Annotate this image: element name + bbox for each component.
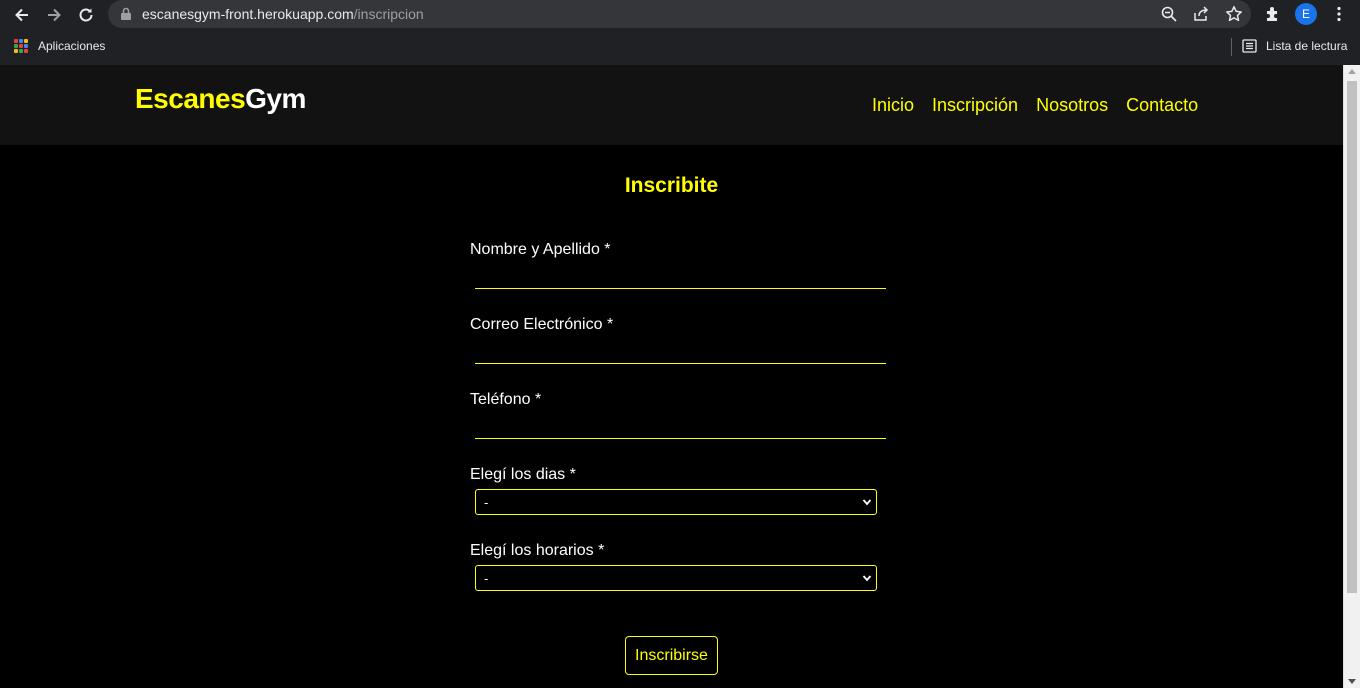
url-path: /inscripcion — [353, 6, 424, 22]
browser-toolbar: escanesgym-front.herokuapp.com/inscripci… — [0, 0, 1360, 29]
bookmark-star-icon[interactable] — [1225, 5, 1243, 23]
site-header: EscanesGym Inicio Inscripción Nosotros C… — [0, 65, 1343, 145]
nav-link-contacto[interactable]: Contacto — [1126, 95, 1198, 116]
phone-input[interactable] — [475, 438, 886, 439]
back-arrow-icon — [15, 8, 28, 22]
page-scrollbar[interactable] — [1343, 65, 1360, 688]
profile-avatar[interactable]: E — [1295, 3, 1317, 25]
email-label: Correo Electrónico * — [470, 316, 614, 333]
scroll-up-arrow-icon[interactable] — [1348, 69, 1356, 74]
browser-chrome: escanesgym-front.herokuapp.com/inscripci… — [0, 0, 1360, 65]
scroll-thumb[interactable] — [1347, 81, 1357, 593]
chevron-down-icon — [862, 499, 872, 506]
reload-button[interactable] — [74, 3, 98, 27]
nav-link-nosotros[interactable]: Nosotros — [1036, 95, 1108, 116]
hours-select[interactable]: - — [475, 565, 877, 591]
back-button[interactable] — [10, 3, 34, 27]
zoom-icon[interactable] — [1160, 5, 1178, 23]
hours-select-value: - — [484, 571, 489, 586]
reading-list-icon[interactable] — [1242, 39, 1257, 53]
form-title: Inscribite — [624, 174, 719, 197]
reading-list-button[interactable]: Lista de lectura — [1266, 39, 1347, 53]
bookmarks-divider — [1231, 38, 1232, 56]
email-input[interactable] — [475, 363, 886, 364]
apps-bookmark[interactable]: Aplicaciones — [38, 39, 105, 53]
logo-part-escanes: Escanes — [135, 83, 246, 114]
reload-icon — [79, 8, 93, 22]
days-label: Elegí los dias * — [470, 466, 576, 483]
nav-link-inscripcion[interactable]: Inscripción — [932, 95, 1018, 116]
url-text[interactable]: escanesgym-front.herokuapp.com/inscripci… — [142, 6, 424, 22]
forward-button[interactable] — [42, 3, 66, 27]
bookmarks-bar: Aplicaciones Lista de lectura — [0, 32, 1360, 60]
scroll-down-arrow-icon[interactable] — [1348, 679, 1356, 684]
url-domain: escanesgym-front.herokuapp.com — [142, 6, 354, 22]
share-icon[interactable] — [1192, 5, 1210, 23]
logo-part-gym: Gym — [245, 83, 306, 114]
hours-label: Elegí los horarios * — [470, 542, 605, 559]
page-viewport: EscanesGym Inicio Inscripción Nosotros C… — [0, 65, 1343, 688]
lock-icon[interactable] — [120, 7, 132, 21]
apps-grid-icon[interactable] — [14, 39, 28, 53]
name-input[interactable] — [475, 288, 886, 289]
phone-label: Teléfono * — [470, 391, 542, 408]
forward-arrow-icon — [48, 8, 61, 22]
address-bar[interactable]: escanesgym-front.herokuapp.com/inscripci… — [108, 0, 1251, 28]
days-select[interactable]: - — [475, 489, 877, 515]
days-select-value: - — [484, 495, 489, 510]
more-menu-icon[interactable] — [1330, 5, 1348, 23]
extensions-puzzle-icon[interactable] — [1264, 5, 1282, 23]
nav-link-inicio[interactable]: Inicio — [872, 95, 914, 116]
site-logo[interactable]: EscanesGym — [135, 83, 306, 115]
site-nav: Inicio Inscripción Nosotros Contacto — [872, 95, 1198, 116]
submit-button[interactable]: Inscribirse — [625, 636, 718, 675]
chevron-down-icon — [862, 575, 872, 582]
name-label: Nombre y Apellido * — [470, 241, 611, 258]
